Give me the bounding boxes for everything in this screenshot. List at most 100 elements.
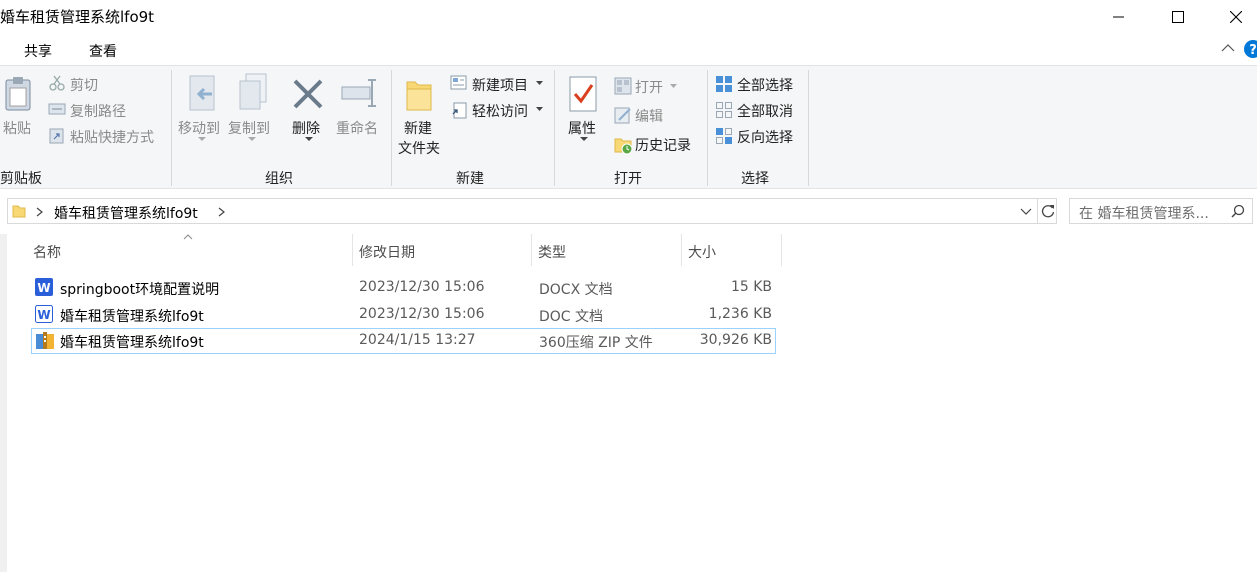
ribbon-tabs: 共享 查看 ? bbox=[0, 33, 1257, 65]
group-separator bbox=[171, 70, 172, 186]
easy-access-icon bbox=[452, 102, 467, 119]
move-to-icon bbox=[189, 75, 215, 111]
window-title: 婚车租赁管理系统lfo9t bbox=[0, 8, 155, 26]
ribbon: 粘贴 剪切 复制路径 粘贴快捷方式 剪贴板 移动到 复制到 删除 重命名 组织 … bbox=[0, 65, 1257, 189]
svg-text:?: ? bbox=[1249, 43, 1257, 58]
file-name: springboot环境配置说明 bbox=[60, 282, 220, 298]
folder-icon bbox=[12, 205, 26, 218]
group-label-organize: 组织 bbox=[265, 171, 293, 187]
copy-path-icon bbox=[48, 103, 66, 115]
file-type: 360压缩 ZIP 文件 bbox=[539, 335, 653, 351]
properties-button[interactable]: 属性 bbox=[568, 118, 596, 138]
column-header-type[interactable]: 类型 bbox=[532, 234, 681, 266]
copy-to-button[interactable]: 复制到 bbox=[228, 118, 270, 138]
search-box[interactable]: 在 婚车租赁管理系... bbox=[1069, 198, 1253, 224]
file-modified: 2024/1/15 13:27 bbox=[359, 332, 476, 348]
paste-shortcut-button[interactable]: 粘贴快捷方式 bbox=[70, 127, 154, 147]
open-icon bbox=[614, 77, 632, 95]
group-label-open: 打开 bbox=[614, 171, 642, 187]
address-bar[interactable]: 婚车租赁管理系统lfo9t bbox=[7, 198, 1057, 224]
file-name: 婚车租赁管理系统lfo9t bbox=[60, 309, 204, 325]
rename-button[interactable]: 重命名 bbox=[336, 118, 378, 138]
title-bar: 婚车租赁管理系统lfo9t bbox=[0, 0, 1257, 33]
rename-icon bbox=[341, 79, 376, 107]
invert-selection-icon bbox=[716, 128, 732, 144]
group-separator bbox=[391, 70, 392, 186]
edit-button[interactable]: 编辑 bbox=[635, 106, 663, 126]
select-all-icon bbox=[716, 76, 732, 92]
invert-selection-button[interactable]: 反向选择 bbox=[737, 127, 793, 147]
paste-shortcut-icon bbox=[49, 128, 64, 144]
new-folder-icon bbox=[406, 81, 432, 111]
table-row[interactable]: W 婚车租赁管理系统lfo9t 2023/12/30 15:06 DOC 文档 … bbox=[31, 302, 776, 328]
file-modified: 2023/12/30 15:06 bbox=[359, 306, 485, 322]
refresh-icon[interactable] bbox=[1040, 203, 1056, 219]
history-button[interactable]: 历史记录 bbox=[635, 135, 691, 155]
help-icon[interactable]: ? bbox=[1243, 39, 1257, 59]
navigation-pane-edge bbox=[0, 234, 7, 572]
chevron-down-icon[interactable] bbox=[1020, 208, 1032, 216]
paste-button[interactable]: 粘贴 bbox=[3, 118, 31, 138]
column-header-size[interactable]: 大小 bbox=[682, 234, 781, 266]
dropdown-arrow-icon bbox=[198, 137, 206, 141]
column-separator[interactable] bbox=[781, 234, 782, 266]
paste-icon bbox=[5, 77, 31, 111]
file-size: 1,236 KB bbox=[708, 306, 772, 322]
word-doc-icon: W bbox=[35, 305, 53, 323]
zip-archive-icon bbox=[36, 332, 54, 349]
address-divider bbox=[1037, 199, 1038, 223]
select-all-button[interactable]: 全部选择 bbox=[737, 75, 793, 95]
tab-share[interactable]: 共享 bbox=[24, 41, 52, 61]
scissors-icon bbox=[49, 75, 65, 91]
dropdown-arrow-icon bbox=[305, 137, 313, 141]
column-header-name[interactable]: 名称 bbox=[31, 234, 351, 266]
column-header-modified[interactable]: 修改日期 bbox=[353, 234, 531, 266]
delete-button[interactable]: 删除 bbox=[292, 118, 320, 138]
dropdown-arrow-icon bbox=[536, 81, 543, 85]
file-modified: 2023/12/30 15:06 bbox=[359, 279, 485, 295]
collapse-ribbon-icon[interactable] bbox=[1221, 43, 1235, 53]
dropdown-arrow-icon bbox=[248, 137, 256, 141]
select-none-button[interactable]: 全部取消 bbox=[737, 101, 793, 121]
address-path[interactable]: 婚车租赁管理系统lfo9t bbox=[54, 203, 198, 223]
copy-to-icon bbox=[239, 73, 267, 110]
select-none-icon bbox=[716, 102, 732, 118]
move-to-button[interactable]: 移动到 bbox=[178, 118, 220, 138]
chevron-right-icon[interactable] bbox=[36, 207, 44, 217]
new-item-icon bbox=[450, 75, 467, 90]
new-item-button[interactable]: 新建项目 bbox=[472, 75, 528, 95]
cut-button[interactable]: 剪切 bbox=[70, 75, 98, 95]
close-button[interactable] bbox=[1207, 0, 1257, 33]
file-type: DOCX 文档 bbox=[539, 282, 613, 298]
file-size: 15 KB bbox=[730, 279, 772, 295]
svg-text:W: W bbox=[37, 281, 50, 295]
file-name: 婚车租赁管理系统lfo9t bbox=[60, 335, 204, 351]
chevron-right-icon[interactable] bbox=[218, 207, 226, 217]
new-folder-button[interactable]: 新建 bbox=[404, 118, 432, 138]
group-label-new: 新建 bbox=[456, 171, 484, 187]
table-row[interactable]: W springboot环境配置说明 2023/12/30 15:06 DOCX… bbox=[31, 275, 776, 301]
search-input[interactable]: 在 婚车租赁管理系... bbox=[1079, 203, 1209, 223]
copy-path-button[interactable]: 复制路径 bbox=[70, 101, 126, 121]
open-button[interactable]: 打开 bbox=[635, 77, 663, 97]
group-label-select: 选择 bbox=[741, 171, 769, 187]
group-separator bbox=[808, 70, 809, 186]
easy-access-button[interactable]: 轻松访问 bbox=[472, 101, 528, 121]
maximize-icon bbox=[1172, 10, 1184, 23]
tab-view[interactable]: 查看 bbox=[89, 41, 117, 61]
dropdown-arrow-icon bbox=[580, 137, 588, 141]
group-separator bbox=[554, 70, 555, 186]
dropdown-arrow-icon bbox=[670, 84, 677, 88]
properties-icon bbox=[569, 76, 597, 112]
table-row-selected[interactable]: 婚车租赁管理系统lfo9t 2024/1/15 13:27 360压缩 ZIP … bbox=[31, 328, 776, 354]
group-label-clipboard: 剪贴板 bbox=[0, 171, 42, 187]
close-icon bbox=[1230, 10, 1242, 23]
search-icon[interactable] bbox=[1231, 204, 1245, 218]
group-separator bbox=[707, 70, 708, 186]
history-icon bbox=[614, 138, 633, 155]
edit-icon bbox=[614, 107, 631, 124]
maximize-button[interactable] bbox=[1149, 0, 1207, 33]
minimize-button[interactable] bbox=[1090, 0, 1148, 33]
delete-icon bbox=[293, 79, 323, 109]
minimize-icon bbox=[1113, 16, 1124, 17]
